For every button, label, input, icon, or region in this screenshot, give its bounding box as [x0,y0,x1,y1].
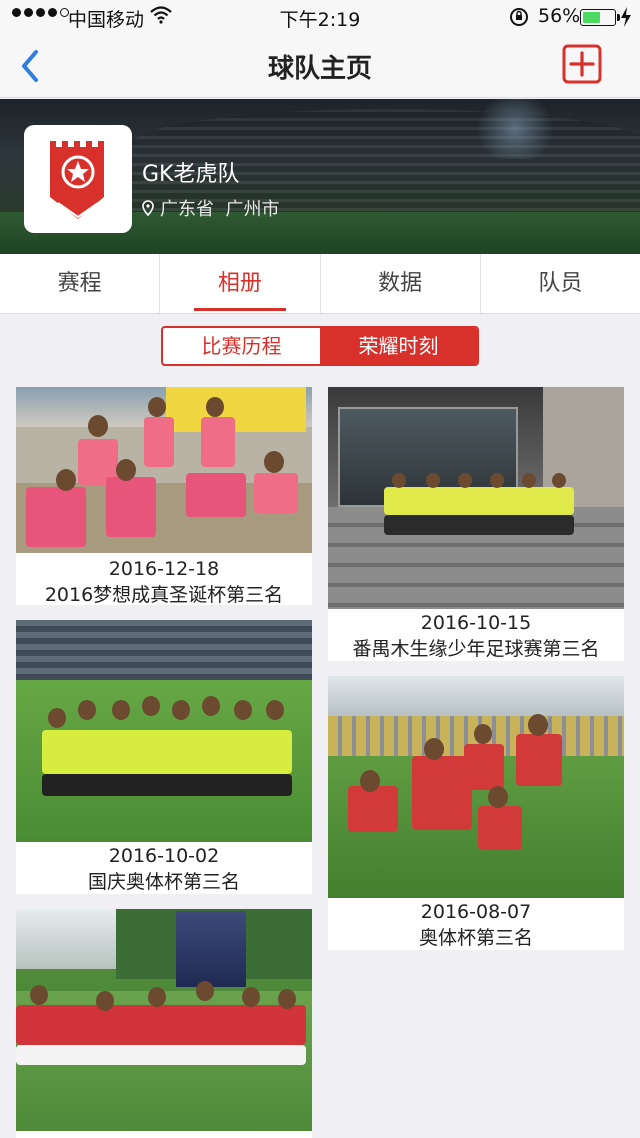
album-photo [16,909,312,1131]
plus-square-icon [562,44,602,84]
album-photo [328,387,624,609]
album-card[interactable]: 2016-10-15 番禺木生缘少年足球赛第三名 [328,387,624,661]
add-button[interactable] [562,44,602,84]
album-date: 2016-12-18 [108,558,220,580]
album-date: 2016-08-07 [420,901,532,923]
location-pin-icon [142,200,154,216]
segment-glory-moments[interactable]: 荣耀时刻 [320,328,477,364]
navigation-bar: 球队主页 [0,34,640,98]
album-title: 奥体杯第三名 [418,927,533,949]
album-date: 2016-10-02 [108,845,220,867]
album-card[interactable]: 2016-12-18 2016梦想成真圣诞杯第三名 [16,387,312,606]
album-card[interactable] [16,909,312,1138]
album-title: 2016梦想成真圣诞杯第三名 [44,584,284,606]
tab-album[interactable]: 相册 [160,254,321,313]
red-shield-star-logo [50,141,104,219]
page-title: 球队主页 [267,54,372,84]
album-photo [328,676,624,898]
battery-percent: 56% [538,5,581,27]
album-title: 番禺木生缘少年足球赛第三名 [352,638,600,660]
tab-schedule[interactable]: 赛程 [0,254,161,313]
album-card[interactable]: 2016-10-02 国庆奥体杯第三名 [16,620,312,894]
team-banner: GK老虎队 广东省 广州市 [0,99,640,254]
orientation-lock-icon [508,6,530,33]
album-photo [16,620,312,842]
battery-icon [580,9,620,26]
tab-stats[interactable]: 数据 [321,254,481,313]
segment-match-history[interactable]: 比赛历程 [163,328,320,364]
album-title: 国庆奥体杯第三名 [87,871,240,893]
location-label: 广东省 广州市 [160,199,280,220]
team-name: GK老虎队 [142,162,240,187]
tab-players[interactable]: 队员 [481,254,640,313]
album-segmented-control: 比赛历程 荣耀时刻 [161,326,479,366]
team-location: 广东省 广州市 [142,195,279,221]
status-bar: 中国移动 下午2:19 56% [0,0,640,34]
album-photo [16,387,312,553]
album-card[interactable]: 2016-08-07 奥体杯第三名 [328,676,624,950]
team-logo[interactable] [24,125,132,233]
charging-bolt-icon [620,6,632,33]
tab-bar: 赛程 相册 数据 队员 [0,254,640,314]
album-date: 2016-10-15 [420,612,532,634]
